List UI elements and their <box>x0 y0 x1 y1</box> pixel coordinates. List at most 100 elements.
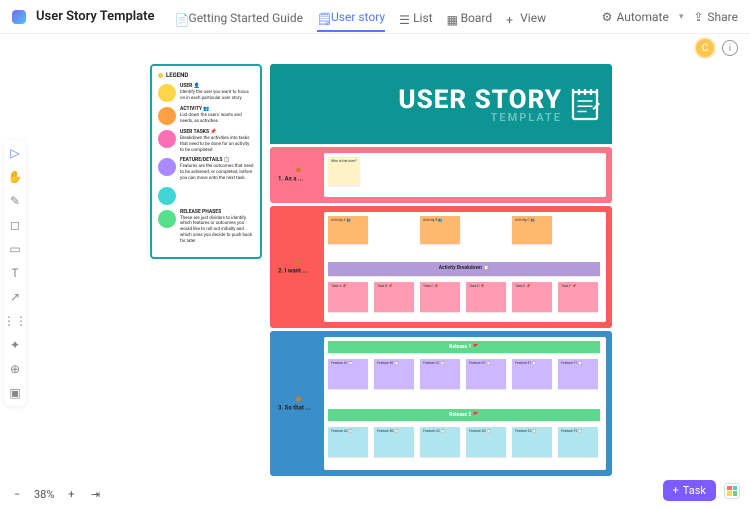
shape-tool-icon[interactable]: ▭ <box>8 242 22 256</box>
tab-user-story[interactable]: 🗒 User story <box>317 10 385 32</box>
sticky-note[interactable]: Who is the user? <box>328 157 360 185</box>
breakdown-banner[interactable]: Activity Breakdown 📋 <box>328 262 600 276</box>
legend-dot-release <box>158 210 176 228</box>
section-label: 2. I want ... <box>278 260 318 275</box>
view-tabs: 📄 Getting Started Guide 🗒 User story ☰ List… <box>175 10 547 24</box>
sticky-activity[interactable]: Activity C 👥 <box>512 216 552 244</box>
tab-label: List <box>413 11 433 25</box>
info-icon[interactable]: i <box>722 40 738 56</box>
section-content: Release 1 🚩 Feature A1 📋 Feature B1 📋 Fe… <box>324 337 606 470</box>
sticky-tool-icon[interactable]: ◻ <box>8 218 22 232</box>
legend-text: USER 👤Identify the user you want to focu… <box>180 83 254 102</box>
legend-text: ACTIVITY 👥List down the users' wants and… <box>180 106 254 125</box>
zoom-out-button[interactable]: − <box>10 487 24 501</box>
legend-dot-feature <box>158 158 176 176</box>
chevron-down-icon[interactable]: ▾ <box>679 12 684 22</box>
sticky-task[interactable]: Task D 📌 <box>466 282 506 312</box>
sticky-feature[interactable]: Feature B1 📋 <box>374 359 414 389</box>
connector-tool-icon[interactable]: ↗ <box>8 290 22 304</box>
app-header: User Story Template 📄 Getting Started Gui… <box>0 0 750 34</box>
legend-row <box>158 186 254 205</box>
tab-label: Board <box>461 11 493 25</box>
sub-header: C i <box>0 34 750 62</box>
zoom-in-button[interactable]: + <box>64 487 78 501</box>
sticky-feature[interactable]: Feature F2 📋 <box>558 427 598 457</box>
sticky-feature[interactable]: Feature D1 📋 <box>466 359 506 389</box>
tab-label: User story <box>331 10 385 24</box>
text-tool-icon[interactable]: T <box>8 266 22 280</box>
apps-button[interactable] <box>724 483 740 499</box>
section-i-want[interactable]: 2. I want ... Activity A 👥 Activity B 👥 … <box>270 206 612 328</box>
image-tool-icon[interactable]: ▣ <box>8 386 22 400</box>
tab-list[interactable]: ☰ List <box>399 11 433 31</box>
legend-text: USER TASKS 📌Breakdown the activities int… <box>180 129 254 153</box>
web-tool-icon[interactable]: ⊕ <box>8 362 22 376</box>
zoom-controls: − 38% + ⇥ <box>10 487 102 501</box>
hand-tool-icon[interactable]: ✋ <box>8 170 22 184</box>
sticky-feature[interactable]: Feature C2 📋 <box>420 427 460 457</box>
release-banner[interactable]: Release 1 🚩 <box>328 341 600 353</box>
sticky-activity[interactable]: Activity B 👥 <box>420 216 460 244</box>
sticky-feature[interactable]: Feature D2 📋 <box>466 427 506 457</box>
automate-button[interactable]: ⚙Automate <box>602 10 669 24</box>
whiteboard-icon: 🗒 <box>317 12 327 22</box>
doc-icon: 📄 <box>175 13 185 23</box>
sticky-feature[interactable]: Feature C1 📋 <box>420 359 460 389</box>
whiteboard-canvas[interactable]: LEGEND USER 👤Identify the user you want … <box>30 62 742 481</box>
automate-label: Automate <box>616 10 668 24</box>
header-actions: ⚙Automate ▾ ⇪ Share <box>602 10 738 24</box>
share-button[interactable]: ⇪ Share <box>693 10 738 24</box>
sticky-feature[interactable]: Feature B2 📋 <box>374 427 414 457</box>
tab-getting-started[interactable]: 📄 Getting Started Guide <box>175 11 303 31</box>
tab-label: View <box>520 11 546 25</box>
sticky-task[interactable]: Task B 📌 <box>374 282 414 312</box>
effects-tool-icon[interactable]: ✦ <box>8 338 22 352</box>
sticky-feature[interactable]: Feature F1 📋 <box>558 359 598 389</box>
tab-board[interactable]: ▦ Board <box>447 11 493 31</box>
nodes-tool-icon[interactable]: ⋮⋮ <box>8 314 22 328</box>
sticky-task[interactable]: Task F 📌 <box>558 282 598 312</box>
bolt-icon: ⚙ <box>602 10 613 24</box>
sticky-feature[interactable]: Feature E2 📋 <box>512 427 552 457</box>
fit-width-button[interactable]: ⇥ <box>88 487 102 501</box>
list-icon: ☰ <box>399 13 409 23</box>
sticky-feature[interactable]: Feature A2 📋 <box>328 427 368 457</box>
sticky-activity[interactable]: Activity A 👥 <box>328 216 368 244</box>
section-as-a[interactable]: 1. As a ... Who is the user? <box>270 147 612 203</box>
sticky-feature[interactable]: Feature E1 📋 <box>512 359 552 389</box>
board-header: USER STORY TEMPLATE <box>270 64 612 144</box>
tab-label: Getting Started Guide <box>189 11 303 25</box>
cursor-tool-icon[interactable]: ▷ <box>8 146 22 160</box>
sticky-task[interactable]: Task A 📌 <box>328 282 368 312</box>
user-avatar[interactable]: C <box>696 39 714 57</box>
legend-row: FEATURE/DETAILS 📋Features are the outcom… <box>158 157 254 181</box>
legend-text: FEATURE/DETAILS 📋Features are the outcom… <box>180 157 254 181</box>
section-label: 3. So that ... <box>278 396 318 411</box>
legend-panel[interactable]: LEGEND USER 👤Identify the user you want … <box>150 64 262 259</box>
legend-row: ACTIVITY 👥List down the users' wants and… <box>158 106 254 125</box>
app-logo-icon <box>12 10 26 24</box>
release-banner[interactable]: Release 2 🚩 <box>328 409 600 421</box>
legend-row: RELEASE PHASESThese are just dividers to… <box>158 209 254 245</box>
story-board[interactable]: USER STORY TEMPLATE 1. As a ... Who is t… <box>270 64 612 476</box>
share-icon: ⇪ <box>693 10 703 24</box>
sticky-task[interactable]: Task E 📌 <box>512 282 552 312</box>
tab-add-view[interactable]: + View <box>506 11 546 31</box>
pin-icon <box>296 168 301 173</box>
legend-row: USER TASKS 📌Breakdown the activities int… <box>158 129 254 153</box>
share-label: Share <box>707 10 738 24</box>
sticky-task[interactable]: Task C 📌 <box>420 282 460 312</box>
task-button[interactable]: +Task <box>663 480 716 501</box>
board-icon: ▦ <box>447 13 457 23</box>
notepad-icon <box>570 86 600 122</box>
legend-text: RELEASE PHASESThese are just dividers to… <box>180 209 254 245</box>
zoom-level: 38% <box>34 488 54 501</box>
legend-dot-extra <box>158 187 176 205</box>
sticky-feature[interactable]: Feature A1 📋 <box>328 359 368 389</box>
pen-tool-icon[interactable]: ✎ <box>8 194 22 208</box>
task-label: Task <box>683 484 706 497</box>
section-so-that[interactable]: 3. So that ... Release 1 🚩 Feature A1 📋 … <box>270 331 612 476</box>
legend-heading: LEGEND <box>158 72 254 79</box>
plus-icon: + <box>506 13 516 23</box>
page-title: User Story Template <box>36 9 155 24</box>
